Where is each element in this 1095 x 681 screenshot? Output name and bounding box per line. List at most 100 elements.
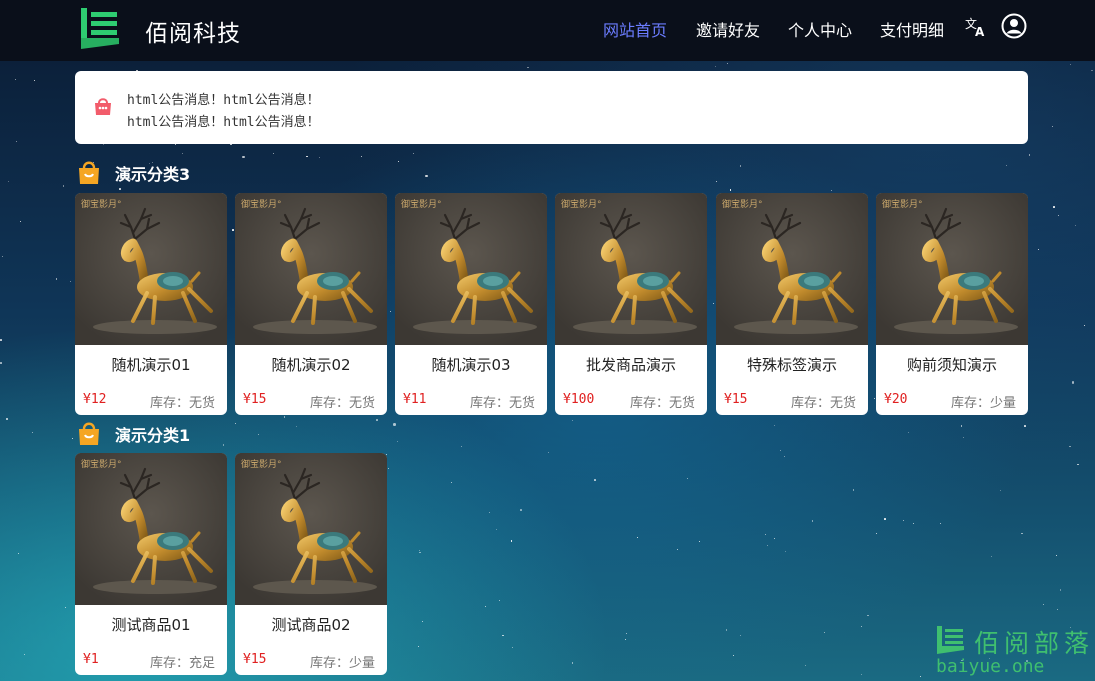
star — [729, 189, 732, 191]
product-name[interactable]: 批发商品演示 — [555, 354, 707, 375]
star — [686, 477, 688, 479]
star — [1020, 532, 1023, 535]
star — [866, 614, 869, 617]
product-name[interactable]: 测试商品01 — [75, 614, 227, 635]
deer-sculpture-image[interactable]: 御宝影月° — [235, 453, 387, 605]
product-name[interactable]: 随机演示02 — [235, 354, 387, 375]
product-card[interactable]: 御宝影月° 批发商品演示 ¥100 库存：无货 — [555, 193, 707, 415]
shopping-bag-icon — [79, 422, 99, 445]
brand-logo-icon[interactable] — [79, 8, 122, 49]
svg-text:御宝影月°: 御宝影月° — [81, 198, 122, 210]
star — [0, 339, 2, 342]
star — [873, 398, 875, 400]
product-stock: 库存：无货 — [469, 396, 535, 411]
product-price: ¥20 — [884, 392, 908, 407]
product-name[interactable]: 测试商品02 — [235, 614, 387, 635]
nav-home[interactable]: 网站首页 — [603, 17, 667, 41]
product-name[interactable]: 特殊标签演示 — [716, 354, 868, 375]
star — [450, 481, 453, 484]
star — [764, 533, 766, 535]
star — [5, 417, 9, 421]
star — [495, 528, 498, 531]
svg-text:御宝影月°: 御宝影月° — [401, 198, 442, 210]
star — [306, 155, 308, 158]
product-stock: 库存：少量 — [309, 656, 375, 671]
star — [962, 436, 964, 438]
star — [1051, 125, 1053, 127]
product-card[interactable]: 御宝影月° 随机演示01 ¥12 库存：无货 — [75, 193, 227, 415]
star — [1055, 554, 1058, 557]
nav-invite-friends[interactable]: 邀请好友 — [696, 17, 760, 41]
deer-sculpture-image[interactable]: 御宝影月° — [75, 193, 227, 345]
star — [387, 467, 389, 469]
deer-sculpture-image[interactable]: 御宝影月° — [395, 193, 547, 345]
star — [804, 664, 806, 666]
star — [413, 152, 415, 154]
deer-sculpture-image[interactable]: 御宝影月° — [235, 193, 387, 345]
star — [625, 638, 627, 640]
notice-line-2: html公告消息！html公告消息！ — [127, 115, 320, 130]
star — [461, 445, 463, 447]
product-card[interactable]: 御宝影月° 随机演示02 ¥15 库存：无货 — [235, 193, 387, 415]
star — [498, 600, 500, 602]
star — [230, 143, 232, 146]
star — [594, 479, 596, 481]
star — [1083, 324, 1085, 326]
star — [725, 628, 728, 631]
star — [1069, 445, 1072, 448]
product-card[interactable]: 御宝影月° 特殊标签演示 ¥15 库存：无货 — [716, 193, 868, 415]
star — [425, 174, 428, 178]
star — [419, 549, 421, 551]
product-card[interactable]: 御宝影月° 测试商品02 ¥15 库存：少量 — [235, 453, 387, 675]
star — [389, 310, 391, 312]
star — [1059, 589, 1062, 591]
star — [1042, 604, 1044, 606]
star — [72, 437, 74, 439]
star — [257, 433, 259, 435]
product-name[interactable]: 随机演示03 — [395, 354, 547, 375]
star — [960, 425, 963, 427]
product-name[interactable]: 随机演示01 — [75, 354, 227, 375]
star — [1024, 425, 1026, 427]
star — [732, 654, 734, 656]
star — [908, 432, 910, 434]
nav-payment-details[interactable]: 支付明细 — [880, 17, 944, 41]
product-stock: 库存：无货 — [149, 396, 215, 411]
star — [296, 426, 298, 428]
star — [919, 675, 922, 678]
star — [739, 635, 741, 637]
nav-personal-center[interactable]: 个人中心 — [788, 17, 852, 41]
star — [272, 152, 274, 154]
product-name[interactable]: 购前须知演示 — [876, 354, 1028, 375]
product-price: ¥1 — [83, 652, 99, 667]
star — [547, 451, 549, 453]
product-card[interactable]: 御宝影月° 购前须知演示 ¥20 库存：少量 — [876, 193, 1028, 415]
deer-sculpture-image[interactable]: 御宝影月° — [876, 193, 1028, 345]
star — [783, 456, 785, 458]
star — [0, 362, 2, 364]
deer-sculpture-image[interactable]: 御宝影月° — [75, 453, 227, 605]
deer-sculpture-image[interactable]: 御宝影月° — [555, 193, 707, 345]
star — [398, 160, 400, 162]
star — [232, 229, 234, 231]
star — [811, 520, 814, 522]
star — [860, 626, 862, 628]
star — [222, 444, 225, 446]
brand-name[interactable]: 佰阅科技 — [145, 14, 241, 48]
product-card[interactable]: 御宝影月° 随机演示03 ¥11 库存：无货 — [395, 193, 547, 415]
star — [831, 190, 833, 192]
translate-icon[interactable]: 文 A — [965, 15, 987, 37]
star — [699, 540, 701, 542]
star — [739, 165, 742, 167]
category-title: 演示分类3 — [115, 165, 191, 184]
user-account-icon[interactable] — [1001, 13, 1027, 39]
star — [319, 157, 321, 159]
product-card[interactable]: 御宝影月° 测试商品01 ¥1 库存：充足 — [75, 453, 227, 675]
announcement-panel: html公告消息！html公告消息！ html公告消息！html公告消息！ — [75, 71, 1028, 144]
star — [884, 517, 886, 520]
star — [860, 673, 863, 676]
star — [823, 632, 825, 634]
star — [419, 551, 421, 554]
product-price: ¥15 — [243, 392, 267, 407]
deer-sculpture-image[interactable]: 御宝影月° — [716, 193, 868, 345]
